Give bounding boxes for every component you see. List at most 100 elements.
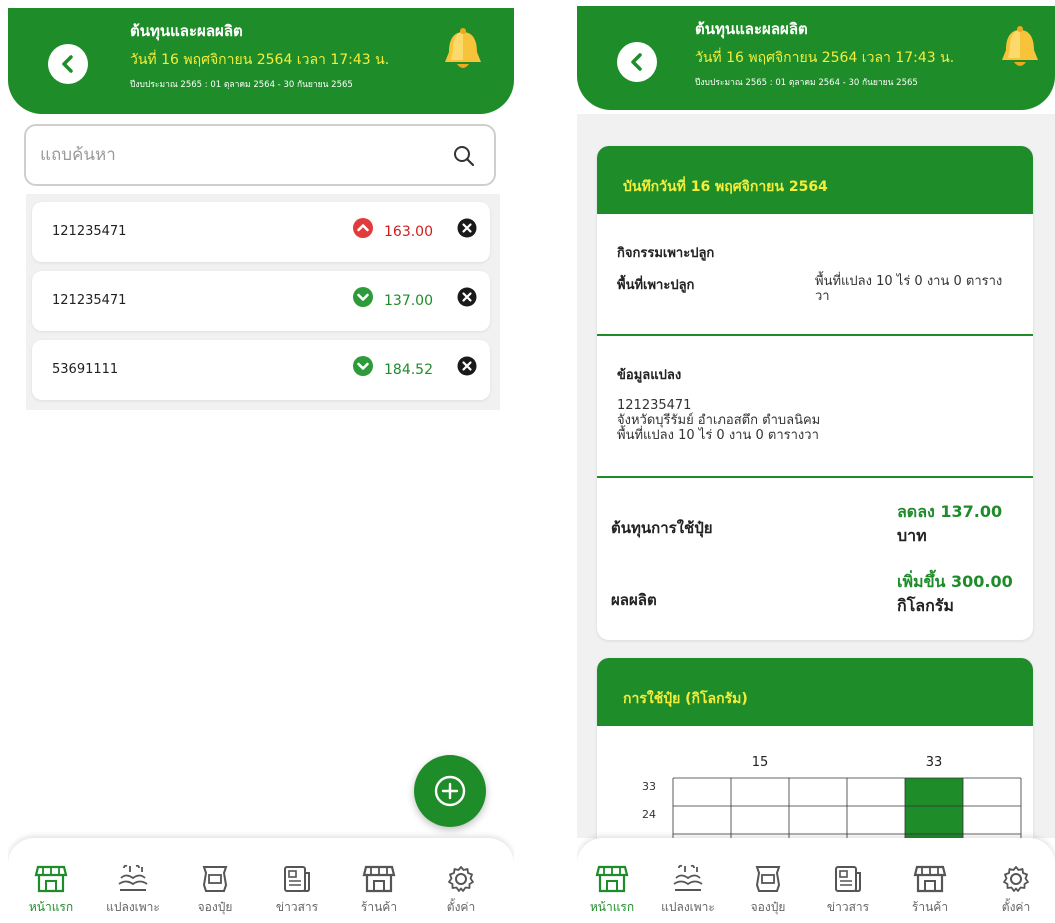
nav-label: แปลงเพาะ [661, 900, 715, 914]
plus-circle-icon [434, 775, 466, 807]
activity-section: กิจกรรมเพาะปลูก พื้นที่เพาะปลูก พื้นที่แ… [597, 214, 1033, 336]
shop-icon [34, 865, 68, 893]
news-icon [284, 866, 310, 892]
activity-title: กิจกรรมเพาะปลูก [617, 246, 715, 261]
back-button[interactable] [48, 44, 88, 84]
page-title: ต้นทุนและผลผลิต [695, 20, 808, 38]
plot-list-screen: ต้นทุนและผลผลิต วันที่ 16 พฤศจิกายน 2564… [8, 0, 514, 923]
bottom-nav: หน้าแรก แปลงเพาะ จองปุ๋ย ข่าวสาร ร้านค้า… [8, 838, 514, 923]
plot-id: 121235471 [52, 293, 127, 308]
chevron-left-icon [62, 55, 73, 73]
bottom-nav: หน้าแรก แปลงเพาะ จองปุ๋ย ข่าวสาร ร้านค้า… [577, 838, 1055, 923]
area-value: พื้นที่แปลง 10 ไร่ 0 งาน 0 ตารางวา [815, 274, 1003, 304]
record-card: บันทึกวันที่ 16 พฤศจิกายน 2564 กิจกรรมเพ… [597, 146, 1033, 640]
app-header: ต้นทุนและผลผลิต วันที่ 16 พฤศจิกายน 2564… [8, 8, 514, 114]
list-item[interactable]: 53691111 184.52 [32, 340, 490, 400]
plot-id: 121235471 [617, 398, 692, 413]
fert-cost-value: ลดลง 137.00 [897, 502, 1003, 521]
bell-icon[interactable] [997, 24, 1043, 74]
app-header: ต้นทุนและผลผลิต วันที่ 16 พฤศจิกายน 2564… [577, 6, 1055, 110]
nav-label: จองปุ๋ย [197, 900, 233, 914]
chevron-up-circle-icon [353, 218, 373, 238]
gear-icon [1003, 866, 1029, 892]
plant-icon [673, 864, 703, 891]
nav-item-store[interactable]: ร้านค้า [340, 864, 418, 917]
fertilizer-bag-icon [202, 866, 228, 892]
page-title: ต้นทุนและผลผลิต [130, 22, 243, 40]
add-button[interactable] [414, 755, 486, 827]
fertilizer-usage-title: การใช้ปุ๋ย (กิโลกรัม) [597, 658, 1033, 726]
y-tick-label: 33 [642, 780, 656, 793]
news-icon [835, 866, 861, 892]
budget-year: ปีงบประมาณ 2565 : 01 ตุลาคม 2564 - 30 กั… [695, 78, 918, 88]
yield-label: ผลผลิต [611, 591, 657, 609]
search-icon[interactable] [452, 144, 476, 168]
cost-value: 137.00 [384, 293, 433, 309]
nav-label: ข่าวสาร [275, 900, 319, 914]
yield-value: เพิ่มขึ้น 300.00 [897, 572, 1013, 591]
data-label: 33 [926, 755, 943, 770]
close-circle-icon[interactable] [457, 218, 477, 238]
nav-item-news[interactable]: ข่าวสาร [258, 864, 336, 917]
chevron-down-circle-icon [353, 287, 373, 307]
nav-item-news[interactable]: ข่าวสาร [809, 864, 887, 917]
nav-item-plots[interactable]: แปลงเพาะ [94, 864, 172, 917]
list-item[interactable]: 121235471 137.00 [32, 271, 490, 331]
plot-location: จังหวัดบุรีรัมย์ อำเภอสตึก ตำบลนิคม [617, 413, 821, 428]
nav-label: ร้านค้า [911, 900, 949, 914]
cost-value: 184.52 [384, 362, 433, 378]
bell-icon[interactable] [440, 26, 486, 76]
y-tick-label: 24 [642, 808, 656, 821]
gear-icon [448, 866, 474, 892]
nav-label: จองปุ๋ย [750, 900, 786, 914]
plot-detail-screen: ต้นทุนและผลผลิต วันที่ 16 พฤศจิกายน 2564… [577, 0, 1055, 923]
nav-label: ตั้งค่า [446, 900, 476, 914]
fert-cost-unit: บาท [897, 526, 927, 545]
plant-icon [118, 864, 148, 891]
search-input[interactable] [40, 140, 440, 170]
shop-icon [595, 865, 629, 893]
nav-item-home[interactable]: หน้าแรก [577, 864, 651, 917]
nav-label: หน้าแรก [28, 900, 74, 914]
budget-year: ปีงบประมาณ 2565 : 01 ตุลาคม 2564 - 30 กั… [130, 80, 353, 90]
plot-area: พื้นที่แปลง 10 ไร่ 0 งาน 0 ตารางวา [617, 428, 819, 443]
close-circle-icon[interactable] [457, 287, 477, 307]
store-icon [362, 865, 396, 893]
cost-value: 163.00 [384, 224, 433, 240]
nav-item-settings[interactable]: ตั้งค่า [977, 864, 1055, 917]
data-label: 15 [752, 755, 769, 770]
fert-cost-label: ต้นทุนการใช้ปุ๋ย [611, 519, 713, 537]
nav-item-settings[interactable]: ตั้งค่า [422, 864, 500, 917]
nav-label: ข่าวสาร [826, 900, 870, 914]
yield-unit: กิโลกรัม [897, 596, 954, 615]
current-datetime: วันที่ 16 พฤศจิกายน 2564 เวลา 17:43 น. [130, 52, 390, 68]
plot-info-section: ข้อมูลแปลง 121235471 จังหวัดบุรีรัมย์ อำ… [597, 336, 1033, 478]
store-icon [913, 865, 947, 893]
nav-label: ร้านค้า [360, 900, 398, 914]
chevron-left-icon [631, 53, 642, 71]
list-item[interactable]: 121235471 163.00 [32, 202, 490, 262]
fertilizer-usage-chart: 3324161533 [642, 755, 1022, 852]
nav-label: แปลงเพาะ [106, 900, 160, 914]
nav-item-fertilizer[interactable]: จองปุ๋ย [729, 864, 807, 917]
fertilizer-bag-icon [755, 866, 781, 892]
record-title: บันทึกวันที่ 16 พฤศจิกายน 2564 [597, 146, 1033, 214]
plot-info-title: ข้อมูลแปลง [617, 368, 682, 383]
area-label: พื้นที่เพาะปลูก [617, 278, 695, 293]
back-button[interactable] [617, 42, 657, 82]
nav-item-plots[interactable]: แปลงเพาะ [649, 864, 727, 917]
plot-list: 121235471 163.00 121235471 137.00 536911… [26, 194, 500, 410]
nav-item-store[interactable]: ร้านค้า [891, 864, 969, 917]
summary-section: ต้นทุนการใช้ปุ๋ย ลดลง 137.00 บาท ผลผลิต … [597, 478, 1033, 638]
nav-label: ตั้งค่า [1001, 900, 1031, 914]
detail-content: บันทึกวันที่ 16 พฤศจิกายน 2564 กิจกรรมเพ… [577, 114, 1055, 878]
plot-id: 121235471 [52, 224, 127, 239]
nav-item-fertilizer[interactable]: จองปุ๋ย [176, 864, 254, 917]
current-datetime: วันที่ 16 พฤศจิกายน 2564 เวลา 17:43 น. [695, 50, 955, 66]
close-circle-icon[interactable] [457, 356, 477, 376]
search-bar [24, 124, 496, 186]
nav-item-home[interactable]: หน้าแรก [12, 864, 90, 917]
plot-id: 53691111 [52, 362, 119, 377]
chevron-down-circle-icon [353, 356, 373, 376]
nav-label: หน้าแรก [589, 900, 635, 914]
